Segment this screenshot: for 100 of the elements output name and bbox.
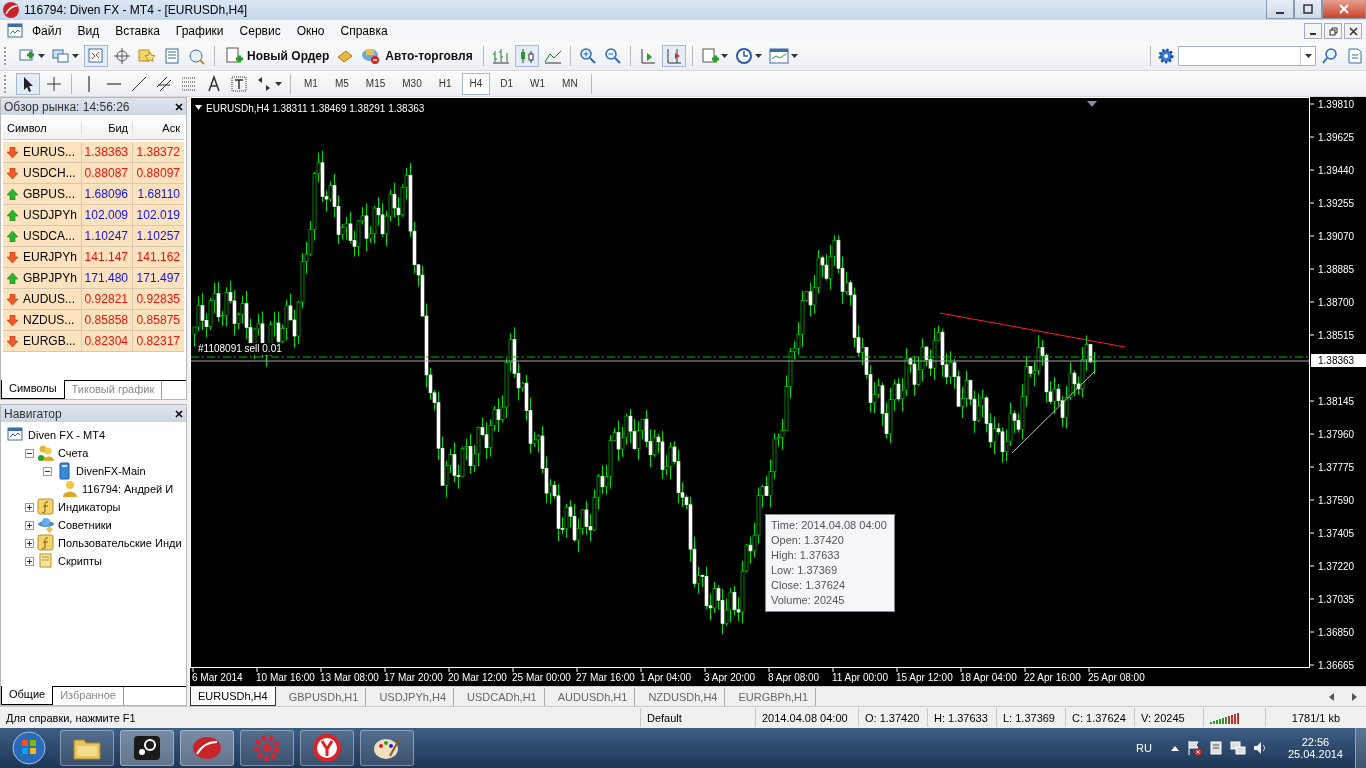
- timeframe-button[interactable]: M15: [358, 73, 393, 94]
- restore-button[interactable]: [1324, 23, 1342, 39]
- panel-tab[interactable]: Общие: [1, 686, 54, 705]
- price-label: 1.38700: [1309, 297, 1355, 308]
- crosshair-icon: [45, 74, 63, 93]
- trend-line[interactable]: [1011, 370, 1096, 454]
- menu-item[interactable]: Справка: [332, 24, 396, 38]
- quote-row[interactable]: AUDUS... 0.92821 0.92835: [3, 289, 184, 310]
- tree-item[interactable]: Diven FX - MT4: [28, 429, 105, 441]
- scroll-left-icon[interactable]: [1328, 692, 1336, 701]
- column-header[interactable]: Бид: [81, 122, 132, 134]
- menu-item[interactable]: Сервис: [231, 24, 289, 38]
- ask-price: 0.88097: [132, 163, 184, 183]
- column-header[interactable]: Аск: [132, 122, 184, 134]
- new-order-button[interactable]: Новый Ордер: [221, 45, 334, 67]
- show-desktop-button[interactable]: [1355, 728, 1366, 768]
- quote-row[interactable]: GBPUS... 1.68096 1.68110: [3, 184, 184, 205]
- tree-item[interactable]: DivenFX-Main: [76, 465, 146, 477]
- quote-row[interactable]: USDJPYh 102.009 102.019: [3, 205, 184, 226]
- candlestick-button[interactable]: [514, 45, 539, 67]
- timeframe-button[interactable]: M5: [327, 73, 356, 94]
- panel-tab[interactable]: Тиковый график: [64, 381, 163, 399]
- auto-trading-button[interactable]: Авто-торговля: [357, 45, 477, 67]
- quote-row[interactable]: EURGB... 0.82304 0.82317: [3, 331, 184, 352]
- chart-tab[interactable]: EURUSDh,H4: [190, 687, 276, 706]
- language-indicator[interactable]: RU: [1136, 742, 1152, 754]
- menu-item[interactable]: Файл: [24, 24, 70, 38]
- device-icon[interactable]: [1207, 740, 1224, 756]
- timeframe-button[interactable]: M30: [395, 73, 429, 94]
- chart-tab[interactable]: EURGBPh,H1: [731, 687, 817, 706]
- timeframe-button[interactable]: M1: [297, 73, 325, 94]
- cursor-tool[interactable]: [16, 72, 40, 95]
- menu-item[interactable]: Вид: [69, 24, 108, 38]
- tree-item[interactable]: 116794: Андрей И: [82, 483, 174, 495]
- expand-toggle[interactable]: [25, 502, 34, 512]
- panel-tab[interactable]: Избранное: [53, 687, 124, 705]
- chart-tab[interactable]: GBPUSDh,H1: [281, 687, 367, 706]
- crosshair-button[interactable]: [111, 45, 133, 67]
- document-icon[interactable]: [6, 22, 24, 40]
- bid-price: 0.88087: [81, 163, 132, 183]
- minimize-button[interactable]: [1304, 23, 1322, 39]
- dropdown-triangle-icon[interactable]: [195, 105, 202, 110]
- scroll-right-icon[interactable]: [1350, 692, 1358, 701]
- settings-icon[interactable]: [1157, 47, 1175, 65]
- shift-marker-icon[interactable]: [1087, 101, 1097, 107]
- channel-icon: [155, 74, 173, 93]
- menu-item[interactable]: Графики: [167, 24, 232, 38]
- chart-tab[interactable]: USDCADh,H1: [460, 687, 545, 706]
- autoscroll-button[interactable]: [661, 45, 686, 67]
- quote-row[interactable]: GBPJPYh 171.480 171.497: [3, 268, 184, 289]
- trading-app-taskbar-icon[interactable]: [180, 730, 234, 766]
- status-low: L: 1.37369: [996, 708, 1065, 727]
- collapse-toggle[interactable]: [25, 448, 34, 458]
- game-launcher-taskbar-icon[interactable]: [120, 730, 174, 766]
- timeframe-button[interactable]: H1: [431, 73, 459, 94]
- chart-tab[interactable]: USDJPYh,H4: [372, 687, 455, 706]
- expand-toggle[interactable]: [25, 520, 34, 530]
- close-button[interactable]: [175, 409, 183, 418]
- tree-item[interactable]: Счета: [58, 447, 89, 459]
- show-hidden-icons-icon[interactable]: [1169, 744, 1180, 752]
- chart-tab[interactable]: AUDUSDh,H1: [550, 687, 636, 706]
- quote-row[interactable]: NZDUS... 0.85858 0.85875: [3, 310, 184, 331]
- market-watch-button[interactable]: [84, 45, 108, 67]
- timeframe-button[interactable]: D1: [493, 73, 521, 94]
- flag-icon[interactable]: [1185, 740, 1202, 756]
- panel-tab[interactable]: Символы: [1, 380, 65, 399]
- time-label: 13 Mar 08:00: [320, 667, 379, 683]
- column-header[interactable]: Символ: [3, 122, 81, 134]
- menu-item[interactable]: Вставка: [107, 24, 168, 38]
- connection-bars-icon: [1210, 711, 1240, 724]
- timeframe-button[interactable]: H4: [461, 72, 491, 95]
- tree-item[interactable]: Советники: [58, 519, 112, 531]
- tree-item[interactable]: Пользовательские Инди: [58, 537, 182, 549]
- expand-toggle[interactable]: [25, 538, 34, 548]
- taskbar-clock[interactable]: 22:56 25.04.2014: [1287, 736, 1343, 760]
- minimize-button[interactable]: [1266, 0, 1294, 19]
- chart-tab[interactable]: NZDUSDh,H4: [641, 687, 726, 706]
- templates-button[interactable]: [766, 45, 800, 67]
- quote-row[interactable]: USDCA... 1.10247 1.10257: [3, 226, 184, 247]
- folder-taskbar-icon[interactable]: [60, 730, 114, 766]
- quote-row[interactable]: USDCH... 0.88087 0.88097: [3, 163, 184, 184]
- network-icon[interactable]: [1229, 740, 1246, 756]
- quote-row[interactable]: EURJPYh 141.147 141.162: [3, 247, 184, 268]
- paint-palette-taskbar-icon[interactable]: [360, 730, 414, 766]
- timeframe-button[interactable]: MN: [555, 73, 585, 94]
- gear-taskbar-icon[interactable]: [240, 730, 294, 766]
- expand-toggle[interactable]: [25, 556, 34, 566]
- close-button[interactable]: [1344, 23, 1362, 39]
- timeframe-button[interactable]: W1: [523, 73, 553, 94]
- browser-taskbar-icon[interactable]: [300, 730, 354, 766]
- search-field[interactable]: [1178, 46, 1316, 66]
- traffic-text: 1781/1 kb: [1265, 708, 1366, 727]
- tree-item[interactable]: Индикаторы: [58, 501, 121, 513]
- menu-item[interactable]: Окно: [288, 24, 333, 38]
- close-button[interactable]: [175, 102, 183, 111]
- collapse-toggle[interactable]: [43, 466, 52, 476]
- speaker-icon[interactable]: [1251, 740, 1268, 756]
- maximize-button[interactable]: [1294, 0, 1322, 19]
- quote-row[interactable]: EURUS... 1.38363 1.38372: [3, 142, 184, 163]
- tree-item[interactable]: Скрипты: [58, 555, 102, 567]
